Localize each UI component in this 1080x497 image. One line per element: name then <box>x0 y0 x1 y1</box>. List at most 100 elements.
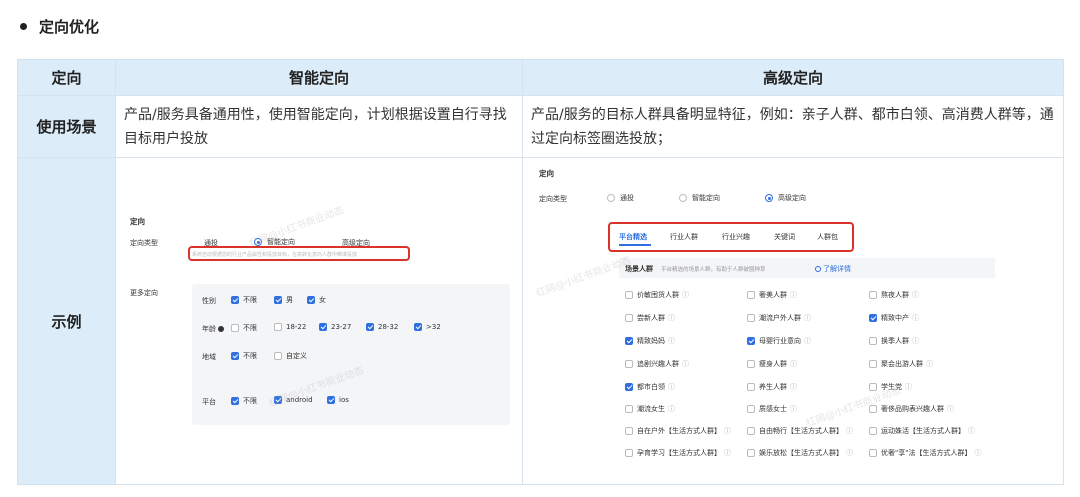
audience-option[interactable]: 奢侈品购表兴趣人群 ⓘ <box>869 404 954 414</box>
tab-platform-picks[interactable]: 平台精选 <box>619 232 647 242</box>
info-icon: ⓘ <box>682 291 689 299</box>
advanced-example-cell: 定向 定向类型 通投 智能定向 高级定向 平台精选 行业人群 行业兴趣 关键词 … <box>522 157 1064 485</box>
platform-ios[interactable]: ios <box>327 396 349 404</box>
audience-option[interactable]: 养生人群 ⓘ <box>747 382 797 392</box>
info-icon <box>218 326 225 332</box>
checkbox-checked-icon <box>231 352 239 360</box>
tab-keywords[interactable]: 关键词 <box>774 232 795 242</box>
audience-option[interactable]: 都市白领 ⓘ <box>625 382 675 392</box>
audience-option[interactable]: 娱乐放松【生活方式人群】 ⓘ <box>747 448 853 458</box>
right-opt-advanced[interactable]: 高级定向 <box>765 193 806 203</box>
audience-option-label: 娱乐放松【生活方式人群】 <box>759 449 843 457</box>
checkbox-checked-icon <box>414 323 422 331</box>
audience-option[interactable]: 价敏囤货人群 ⓘ <box>625 290 689 300</box>
audience-option[interactable]: 自在户外【生活方式人群】 ⓘ <box>625 426 731 436</box>
radio-selected-icon <box>765 194 773 202</box>
usage-advanced-text: 产品/服务的目标人群具备明显特征，例如：亲子人群、都市白领、高消费人群等，通过定… <box>522 95 1064 158</box>
audience-option[interactable]: 自由畅行【生活方式人群】 ⓘ <box>747 426 853 436</box>
info-icon: ⓘ <box>790 383 797 391</box>
page: 定向优化 定向 智能定向 高级定向 使用场景 产品/服务具备通用性，使用智能定向… <box>0 0 1080 497</box>
audience-option-label: 质感女士 <box>759 405 787 413</box>
left-hint: 系统自动根据您的行业产品属性和投放目标，在高转化意向人群中精准投放 <box>192 252 358 258</box>
audience-option[interactable]: 潮流户外人群 ⓘ <box>747 313 811 323</box>
learn-more-link[interactable]: 了解详情 <box>815 264 851 274</box>
radio-icon <box>607 194 615 202</box>
audience-option-label: 精致妈妈 <box>637 337 665 345</box>
checkbox-icon <box>869 449 877 457</box>
audience-option[interactable]: 尝新人群 ⓘ <box>625 313 675 323</box>
checkbox-checked-icon <box>747 337 755 345</box>
audience-option[interactable]: 聚会出游人群 ⓘ <box>869 359 933 369</box>
checkbox-icon <box>869 337 877 345</box>
checkbox-icon <box>625 360 633 368</box>
example-row: 示例 定向 定向类型 通投 智能定向 高级定向 系统自动根据您的行业产品属性和投… <box>17 157 1064 485</box>
info-icon: ⓘ <box>790 360 797 368</box>
right-opt-general[interactable]: 通投 <box>607 193 634 203</box>
left-type-label: 定向类型 <box>130 239 158 247</box>
checkbox-checked-icon <box>274 296 282 304</box>
tab-audience-pack[interactable]: 人群包 <box>817 232 838 242</box>
audience-option[interactable]: 追剧兴趣人群 ⓘ <box>625 359 689 369</box>
age-28-32[interactable]: 28-32 <box>366 323 398 331</box>
gender-any[interactable]: 不限 <box>231 295 257 305</box>
audience-option[interactable]: 瘦身人群 ⓘ <box>747 359 797 369</box>
info-icon: ⓘ <box>905 383 912 391</box>
info-icon: ⓘ <box>912 291 919 299</box>
info-icon: ⓘ <box>947 405 954 413</box>
info-icon: ⓘ <box>804 314 811 322</box>
checkbox-checked-icon <box>625 383 633 391</box>
audience-option[interactable]: 孕育学习【生活方式人群】 ⓘ <box>625 448 731 458</box>
audience-option[interactable]: 优奢"享"法【生活方式人群】 ⓘ <box>869 448 981 458</box>
audience-option[interactable]: 运动姝活【生活方式人群】 ⓘ <box>869 426 975 436</box>
audience-option-label: 精致中产 <box>881 314 909 322</box>
age-18-22[interactable]: 18-22 <box>274 323 306 331</box>
audience-option-label: 熬夜人群 <box>881 291 909 299</box>
audience-option-label: 孕育学习【生活方式人群】 <box>637 449 721 457</box>
checkbox-icon <box>747 291 755 299</box>
gender-female[interactable]: 女 <box>307 295 326 305</box>
info-icon: ⓘ <box>912 337 919 345</box>
audience-option-label: 母婴行业意向 <box>759 337 801 345</box>
info-icon: ⓘ <box>668 383 675 391</box>
audience-option-label: 价敏囤货人群 <box>637 291 679 299</box>
audience-option[interactable]: 熬夜人群 ⓘ <box>869 290 919 300</box>
checkbox-icon <box>869 360 877 368</box>
info-icon: ⓘ <box>668 337 675 345</box>
scene-desc: 平台精选的场景人群，有助于人群破圈种草 <box>661 267 766 273</box>
audience-option[interactable]: 换季人群 ⓘ <box>869 336 919 346</box>
tab-industry-audience[interactable]: 行业人群 <box>670 232 698 242</box>
audience-option[interactable]: 潮流女生 ⓘ <box>625 404 675 414</box>
region-custom[interactable]: 自定义 <box>274 351 307 361</box>
age-over-32[interactable]: >32 <box>414 323 441 331</box>
age-23-27[interactable]: 23-27 <box>319 323 351 331</box>
checkbox-icon <box>747 314 755 322</box>
checkbox-icon <box>274 323 282 331</box>
checkbox-icon <box>747 360 755 368</box>
info-icon: ⓘ <box>846 449 853 457</box>
audience-option-label: 追剧兴趣人群 <box>637 360 679 368</box>
checkbox-icon <box>625 291 633 299</box>
age-any[interactable]: 不限 <box>231 323 257 333</box>
watermark: 红网@小红书商业动态 <box>534 255 633 300</box>
region-any[interactable]: 不限 <box>231 351 257 361</box>
platform-any[interactable]: 不限 <box>231 396 257 406</box>
audience-option[interactable]: 精致妈妈 ⓘ <box>625 336 675 346</box>
audience-option[interactable]: 精致中产 ⓘ <box>869 313 919 323</box>
audience-option-label: 换季人群 <box>881 337 909 345</box>
audience-option-label: 潮流女生 <box>637 405 665 413</box>
checkbox-icon <box>625 449 633 457</box>
tab-industry-interest[interactable]: 行业兴趣 <box>722 232 750 242</box>
audience-option[interactable]: 母婴行业意向 ⓘ <box>747 336 811 346</box>
info-icon: ⓘ <box>724 427 731 435</box>
region-label: 地域 <box>202 353 216 361</box>
right-opt-smart[interactable]: 智能定向 <box>679 193 720 203</box>
checkbox-checked-icon <box>231 296 239 304</box>
audience-option[interactable]: 质感女士 ⓘ <box>747 404 797 414</box>
audience-option[interactable]: 奢美人群 ⓘ <box>747 290 797 300</box>
section-title-text: 定向优化 <box>39 18 100 36</box>
checkbox-checked-icon <box>366 323 374 331</box>
gender-male[interactable]: 男 <box>274 295 293 305</box>
checkbox-checked-icon <box>327 396 335 404</box>
audience-option-label: 自由畅行【生活方式人群】 <box>759 427 843 435</box>
header-advanced: 高级定向 <box>522 59 1064 96</box>
